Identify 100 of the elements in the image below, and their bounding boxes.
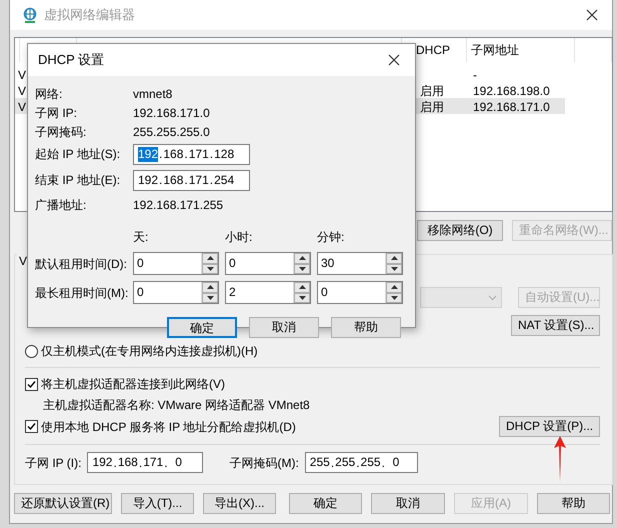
window-title: 虚拟网络编辑器 (44, 6, 135, 24)
ip-address-field[interactable]: 192.168.171.128 (133, 144, 250, 164)
ip-octet: 192 (138, 146, 158, 162)
table-cell: - (473, 68, 477, 82)
table-cell: V (18, 68, 26, 82)
radio-label: 仅主机模式(在专用网络内连接虚拟机)(H) (41, 343, 258, 360)
spin-down-button[interactable] (202, 292, 218, 303)
field-value: 255.255.255.0 (133, 124, 210, 140)
globe-icon (22, 7, 38, 23)
spin-down-button[interactable] (202, 264, 218, 274)
spin-up-button[interactable] (202, 282, 218, 292)
up-arrow-icon (298, 256, 306, 260)
dialog-title: DHCP 设置 (38, 51, 104, 70)
ip-address-field[interactable]: 255.255.255. 0 (304, 452, 418, 473)
field-label: 子网掩码(M): (229, 454, 299, 472)
up-arrow-icon (206, 285, 214, 290)
field-label: 子网 IP (I): (25, 454, 82, 472)
ip-address-field[interactable]: 192.168.171.254 (133, 170, 250, 190)
column-header[interactable]: DHCP (416, 41, 450, 59)
ip-octet: 192 (138, 172, 158, 188)
spin-up-button[interactable] (294, 282, 310, 292)
dropdown-field[interactable] (420, 287, 502, 308)
down-arrow-icon (390, 296, 398, 300)
spin-down-button[interactable] (294, 292, 310, 303)
table-cell: 启用 (420, 100, 444, 114)
help-button[interactable]: 帮助 (331, 317, 401, 338)
chevron-down-icon (488, 294, 497, 300)
spin-up-button[interactable] (386, 253, 402, 264)
ok-button[interactable]: 确定 (167, 317, 237, 338)
ok-button[interactable]: 确定 (289, 493, 362, 514)
ip-address-field[interactable]: 192.168.171. 0 (87, 452, 204, 473)
radio-button[interactable] (25, 344, 38, 358)
ip-octet: 168 (163, 146, 184, 162)
table-cell: V (18, 100, 26, 114)
checkbox[interactable] (25, 378, 38, 390)
spin-up-button[interactable] (202, 253, 218, 264)
import-button[interactable]: 导入(T)... (121, 493, 194, 514)
table-cell: 192.168.171.0 (473, 100, 550, 114)
number-spin-field[interactable]: 2 (225, 281, 311, 304)
export-button[interactable]: 导出(X)... (203, 493, 276, 514)
spin-up-button[interactable] (386, 282, 402, 292)
restore-defaults-button[interactable]: 还原默认设置(R) (14, 493, 112, 514)
down-arrow-icon (298, 296, 306, 300)
ip-octet: 254 (214, 172, 234, 188)
spin-down-button[interactable] (386, 292, 402, 303)
number-spin-field[interactable]: 30 (317, 252, 403, 275)
ip-octet: 171 (188, 146, 209, 162)
column-label: 天: (133, 228, 150, 246)
column-header[interactable]: 子网地址 (471, 41, 519, 59)
field-label: 最长租用时间(M): (35, 284, 130, 302)
ip-octet: 168 (163, 172, 184, 188)
spin-down-button[interactable] (294, 264, 310, 274)
field-value: vmnet8 (133, 86, 172, 102)
up-arrow-icon (206, 256, 214, 260)
column-label: 小时: (225, 228, 254, 246)
remove-network-button[interactable]: 移除网络(O) (417, 220, 503, 241)
ip-octet: 128 (214, 146, 234, 162)
spin-up-button[interactable] (294, 253, 310, 264)
down-arrow-icon (390, 266, 398, 271)
close-icon (388, 54, 400, 66)
dhcp-settings-button[interactable]: DHCP 设置(P)... (499, 416, 600, 437)
column-label: 分钟: (317, 228, 346, 246)
ip-octet: 168 (118, 455, 138, 470)
number-spin-field[interactable]: 0 (317, 281, 403, 304)
table-cell: 启用 (420, 84, 444, 98)
ip-octet: 192 (92, 455, 112, 470)
field-label: 默认租用时间(D): (35, 256, 128, 272)
cancel-button[interactable]: 取消 (371, 493, 445, 514)
checkbox-label: 使用本地 DHCP 服务将 IP 地址分配给虚拟机(D) (41, 418, 296, 436)
checkbox[interactable] (25, 420, 38, 433)
ip-octet: 255 (360, 455, 381, 470)
nat-settings-button[interactable]: NAT 设置(S)... (511, 315, 600, 336)
adapter-name-text: 主机虚拟适配器名称: VMware 网络适配器 VMnet8 (43, 398, 310, 412)
table-cell: 192.168.198.0 (473, 84, 550, 98)
field-label: 起始 IP 地址(S): (35, 146, 122, 163)
field-label: 子网 IP: (35, 104, 78, 122)
down-arrow-icon (206, 296, 214, 300)
up-arrow-icon (298, 285, 306, 290)
field-label: 网络: (35, 86, 64, 102)
ip-octet: 171 (188, 172, 209, 188)
ip-octet: 0 (392, 455, 400, 470)
number-spin-field[interactable]: 0 (133, 252, 219, 275)
field-label: 结束 IP 地址(E): (35, 172, 122, 189)
ip-octet: 255 (310, 455, 330, 470)
field-label: 广播地址: (35, 197, 88, 214)
ip-octet: 255 (335, 455, 356, 470)
down-arrow-icon (298, 266, 306, 271)
cancel-button[interactable]: 取消 (249, 317, 319, 338)
field-label: 子网掩码: (35, 124, 88, 140)
up-arrow-icon (390, 285, 398, 290)
ip-octet: 171 (143, 455, 164, 470)
help-button[interactable]: 帮助 (537, 493, 610, 514)
down-arrow-icon (206, 266, 214, 271)
spin-down-button[interactable] (386, 264, 402, 274)
checkbox-label: 将主机虚拟适配器连接到此网络(V) (41, 376, 225, 393)
number-spin-field[interactable]: 0 (133, 281, 219, 304)
close-icon (586, 9, 598, 21)
field-value: 192.168.171.255 (133, 197, 224, 214)
field-value: 192.168.171.0 (133, 104, 210, 122)
number-spin-field[interactable]: 0 (225, 252, 311, 275)
